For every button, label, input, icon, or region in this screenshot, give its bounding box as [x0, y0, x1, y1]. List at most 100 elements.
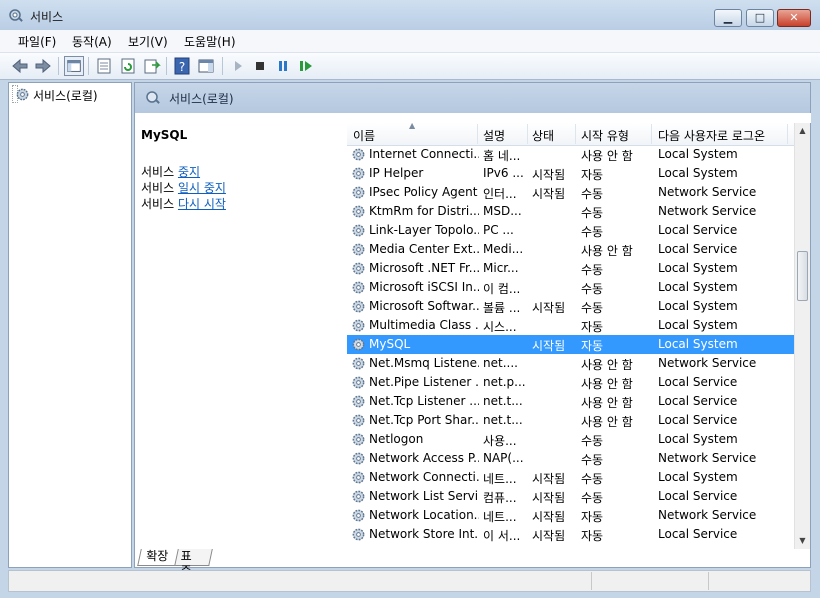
table-row[interactable]: Network Access P... NAP(... 수동 Network Serv…: [347, 449, 794, 468]
menu-file[interactable]: 파일(F): [18, 33, 56, 50]
table-row[interactable]: Net.Msmq Listene... net.... 사용 안 함 Network …: [347, 354, 794, 373]
maximize-button[interactable]: □: [746, 9, 774, 27]
service-description: 홈 네...: [483, 149, 521, 163]
menu-help[interactable]: 도움말(H): [184, 33, 236, 50]
column-header-description[interactable]: 설명: [483, 127, 505, 144]
service-description: 이 서...: [483, 529, 521, 543]
service-startup-type: 사용 안 함: [581, 396, 633, 410]
pane-title: 서비스(로컬): [169, 92, 234, 106]
table-row[interactable]: IP Helper IPv6 ... 시작됨 자동 Local System: [347, 164, 794, 183]
stop-service-icon[interactable]: [250, 56, 270, 76]
column-divider[interactable]: [527, 124, 528, 144]
scroll-up-arrow-icon[interactable]: ▲: [795, 123, 810, 139]
service-log-on-as: Network Service: [658, 204, 757, 218]
scroll-down-arrow-icon[interactable]: ▼: [795, 533, 810, 549]
toolbar-separator: [88, 57, 89, 75]
tree-item-services-local[interactable]: 서비스(로컬): [12, 85, 98, 103]
service-startup-type: 수동: [581, 491, 604, 505]
column-header-status[interactable]: 상태: [532, 127, 554, 144]
column-header-startup-type[interactable]: 시작 유형: [581, 127, 629, 144]
pause-service-icon[interactable]: [273, 56, 293, 76]
service-status: 시작됨: [532, 491, 566, 505]
column-divider[interactable]: [575, 124, 576, 144]
column-header-row: ▲ 이름 설명 상태 시작 유형 다음 사용자로 로그온: [347, 123, 794, 146]
vertical-scrollbar[interactable]: ▲ ▼: [794, 123, 810, 549]
table-row-selected[interactable]: MySQL 시작됨 자동 Local System: [347, 335, 794, 354]
table-row[interactable]: Net.Pipe Listener ... net.p... 사용 안 함 Local…: [347, 373, 794, 392]
minimize-icon: ▁: [723, 11, 733, 24]
table-row[interactable]: Network Store Int... 이 서... 시작됨 자동 Local Ser…: [347, 525, 794, 544]
status-bar: [8, 570, 811, 592]
table-row[interactable]: KtmRm for Distri... MSD... 수동 Network Servi…: [347, 202, 794, 221]
help-icon[interactable]: ?: [172, 56, 192, 76]
column-divider[interactable]: [787, 124, 788, 144]
service-gear-icon: [352, 319, 365, 332]
table-row[interactable]: Internet Connecti... 홈 네... 사용 안 함 Local Sy…: [347, 145, 794, 164]
service-gear-icon: [352, 414, 365, 427]
table-row[interactable]: Network List Servi... 컴퓨... 시작됨 수동 Local Ser…: [347, 487, 794, 506]
forward-arrow-icon[interactable]: [33, 56, 53, 76]
service-log-on-as: Local Service: [658, 375, 738, 389]
service-name: IP Helper: [369, 166, 424, 180]
service-name: Net.Tcp Listener ...: [369, 394, 479, 408]
service-list: ▲ 이름 설명 상태 시작 유형 다음 사용자로 로그온 Internet Co…: [347, 123, 810, 549]
restart-service-link[interactable]: 다시 시작: [178, 197, 226, 211]
service-description: 시스...: [483, 320, 517, 334]
table-row[interactable]: Media Center Ext... Medi... 사용 안 함 Local Se…: [347, 240, 794, 259]
close-button[interactable]: ✕: [777, 9, 811, 27]
scroll-thumb[interactable]: [797, 251, 808, 301]
table-row[interactable]: Net.Tcp Listener ... net.t... 사용 안 함 Local …: [347, 392, 794, 411]
action-pause-line: 서비스 일시 중지: [141, 179, 226, 196]
table-row[interactable]: Net.Tcp Port Shar... net.t... 사용 안 함 Local …: [347, 411, 794, 430]
pause-service-link[interactable]: 일시 중지: [178, 181, 226, 195]
service-status: 시작됨: [532, 187, 566, 201]
service-log-on-as: Local System: [658, 318, 738, 332]
table-row[interactable]: Netlogon 사용... 수동 Local System: [347, 430, 794, 449]
tab-extended[interactable]: 확장: [137, 549, 179, 566]
show-hide-console-tree-icon[interactable]: [64, 56, 84, 76]
service-gear-icon: [352, 490, 365, 503]
stop-service-link[interactable]: 중지: [178, 165, 200, 179]
tab-standard[interactable]: 표준: [173, 549, 213, 578]
service-log-on-as: Local System: [658, 432, 738, 446]
service-startup-type: 수동: [581, 187, 604, 201]
table-row[interactable]: Microsoft iSCSI In... 이 컴... 수동 Local Syste…: [347, 278, 794, 297]
column-divider[interactable]: [651, 124, 652, 144]
back-arrow-icon[interactable]: [10, 56, 30, 76]
restart-service-icon[interactable]: [296, 56, 316, 76]
table-row[interactable]: IPsec Policy Agent 인터... 시작됨 수동 Network Serv…: [347, 183, 794, 202]
column-divider[interactable]: [477, 124, 478, 144]
service-startup-type: 수동: [581, 282, 604, 296]
service-gear-icon: [352, 148, 365, 161]
column-header-log-on-as[interactable]: 다음 사용자로 로그온: [658, 127, 765, 144]
toolbar-separator: [58, 57, 59, 75]
properties-icon[interactable]: [94, 56, 114, 76]
start-service-icon[interactable]: [228, 56, 248, 76]
table-row[interactable]: Network Location... 네트... 시작됨 자동 Network Ser…: [347, 506, 794, 525]
service-name: Net.Msmq Listene...: [369, 356, 479, 370]
table-row[interactable]: Microsoft Softwar... 볼륨 ... 시작됨 수동 Local Sys…: [347, 297, 794, 316]
service-startup-type: 자동: [581, 529, 604, 543]
service-description: 컴퓨...: [483, 491, 517, 505]
table-row[interactable]: Multimedia Class ... 시스... 자동 Local System: [347, 316, 794, 335]
table-row[interactable]: Link-Layer Topolo... PC ... 수동 Local Servic…: [347, 221, 794, 240]
menu-action[interactable]: 동작(A): [72, 33, 112, 50]
service-name: Link-Layer Topolo...: [369, 223, 479, 237]
service-log-on-as: Network Service: [658, 451, 757, 465]
minimize-button[interactable]: ▁: [714, 9, 742, 27]
table-row[interactable]: Network Connecti... 네트... 시작됨 수동 Local Syste…: [347, 468, 794, 487]
column-header-name[interactable]: 이름: [353, 127, 375, 144]
service-log-on-as: Local System: [658, 470, 738, 484]
service-log-on-as: Local Service: [658, 242, 738, 256]
table-row[interactable]: Microsoft .NET Fr... Micr... 수동 Local Syste…: [347, 259, 794, 278]
service-status: 시작됨: [532, 301, 566, 315]
show-action-pane-icon[interactable]: [196, 56, 216, 76]
service-name: Microsoft iSCSI In...: [369, 280, 479, 294]
service-description: Micr...: [483, 261, 519, 275]
menu-view[interactable]: 보기(V): [128, 33, 168, 50]
service-name: Internet Connecti...: [369, 147, 479, 161]
refresh-icon[interactable]: [118, 56, 138, 76]
service-status: 시작됨: [532, 510, 566, 524]
export-list-icon[interactable]: [142, 56, 162, 76]
service-description: 이 컴...: [483, 282, 521, 296]
